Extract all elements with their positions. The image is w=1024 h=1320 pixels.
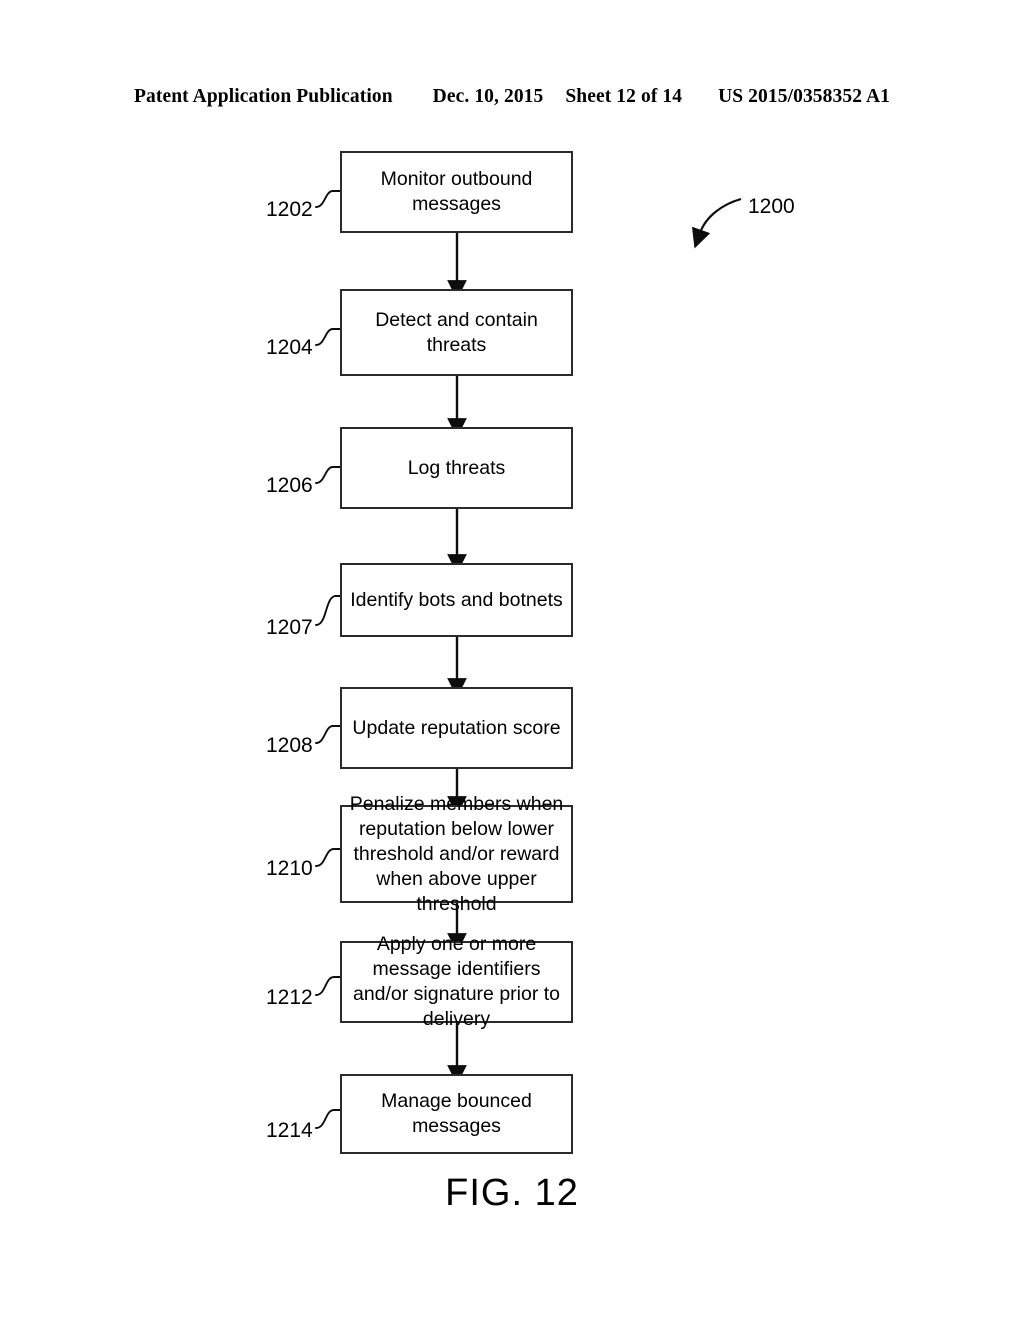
figure-caption: FIG. 12 [445, 1172, 579, 1214]
flow-step-1206-label: Log threats [407, 456, 506, 479]
leader-1210 [315, 848, 341, 867]
flow-step-1204-label: Detect and contain threats [375, 308, 538, 356]
reference-numeral-1206: 1206 [266, 474, 313, 497]
flow-step-1208[interactable]: Update reputation score [340, 687, 573, 769]
flow-step-1214-label: Manage bounced messages [381, 1090, 532, 1137]
flow-step-1212-label: Apply one or more message identifiers an… [352, 933, 561, 1030]
flowchart-1200: Monitor outbound messages Detect and con… [0, 0, 1024, 1320]
flow-step-1202-label: Monitor outbound messages [380, 168, 533, 215]
flow-step-1210[interactable]: Penalize members when reputation below l… [340, 793, 573, 915]
flow-step-1207[interactable]: Identify bots and botnets [340, 563, 573, 637]
reference-numeral-1207: 1207 [266, 616, 313, 639]
reference-numeral-1200: 1200 [748, 195, 795, 218]
reference-numeral-1214: 1214 [266, 1119, 313, 1142]
reference-numeral-1204: 1204 [266, 336, 313, 359]
flow-step-1210-label: Penalize members when reputation below l… [349, 792, 564, 915]
flow-step-1207-label: Identify bots and botnets [350, 588, 563, 611]
reference-numeral-1208: 1208 [266, 734, 313, 757]
flow-step-1212[interactable]: Apply one or more message identifiers an… [340, 933, 573, 1030]
flow-step-1206[interactable]: Log threats [340, 427, 573, 509]
callout-arrow-1200 [691, 197, 742, 249]
leader-1206 [315, 466, 341, 484]
leader-1212 [315, 976, 341, 996]
leader-1208 [315, 725, 341, 744]
reference-numeral-1212: 1212 [266, 986, 313, 1009]
leader-1207 [315, 595, 341, 626]
leader-1204 [315, 328, 341, 346]
reference-numeral-1202: 1202 [266, 198, 313, 221]
reference-numeral-1210: 1210 [266, 857, 313, 880]
flow-step-1202[interactable]: Monitor outbound messages [340, 151, 573, 233]
leader-1202 [315, 190, 341, 208]
leader-1214 [315, 1109, 341, 1129]
flow-step-1208-label: Update reputation score [352, 716, 561, 739]
flow-step-1204[interactable]: Detect and contain threats [340, 289, 573, 376]
flow-step-1214[interactable]: Manage bounced messages [340, 1074, 573, 1154]
